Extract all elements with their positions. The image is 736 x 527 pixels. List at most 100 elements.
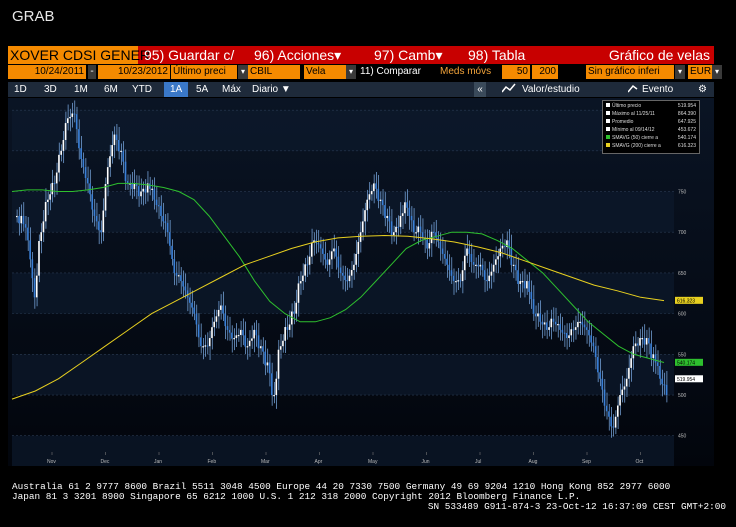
candle-body	[184, 286, 187, 291]
style-dropdown-icon[interactable]: ▾	[346, 65, 356, 79]
candle-body	[661, 378, 663, 385]
candle-body	[501, 245, 504, 249]
candle-body	[259, 346, 262, 349]
value-study-label: Valor/estudio	[522, 84, 580, 95]
candle-body	[131, 183, 133, 190]
period-6m[interactable]: 6M	[104, 82, 118, 97]
actions-menu[interactable]: 96) Acciones▾	[254, 46, 341, 64]
candle-body	[169, 232, 171, 246]
candle-body	[271, 373, 273, 396]
candle-body	[195, 313, 198, 325]
legend-row-high: Máximo al 11/25/11	[606, 111, 655, 117]
candle-body	[208, 338, 211, 347]
candle-body	[188, 297, 191, 303]
field-dropdown-icon[interactable]: ▾	[238, 65, 248, 79]
candle-body	[410, 215, 413, 221]
start-date-field[interactable]: 10/24/2011	[8, 65, 86, 79]
gear-icon[interactable]: ⚙	[698, 82, 707, 97]
candle-body	[419, 226, 422, 233]
candle-body	[91, 194, 94, 210]
candle-body	[262, 346, 264, 352]
window-title: GRAB	[12, 8, 55, 25]
candle-body	[248, 340, 251, 347]
candle-body	[86, 177, 89, 184]
candle-body	[432, 231, 435, 233]
candle-body	[625, 378, 628, 387]
candle-body	[239, 329, 242, 335]
period-1d[interactable]: 1D	[14, 82, 27, 97]
legend-value: 519.954	[677, 103, 696, 109]
candle-body	[162, 215, 164, 222]
date-range-dash: -	[88, 65, 96, 79]
end-date-field[interactable]: 10/23/2012	[98, 65, 170, 79]
currency-dropdown-icon[interactable]: ▾	[712, 65, 722, 79]
change-menu[interactable]: 97) Camb▾	[374, 46, 443, 64]
candle-body	[173, 259, 176, 273]
frequency-select[interactable]: Diario ▼	[252, 82, 291, 97]
candle-body	[58, 154, 60, 173]
ma1-field[interactable]: 50	[502, 65, 530, 79]
legend-swatch	[606, 119, 610, 123]
security-ticker[interactable]: XOVER CDSI GENER	[8, 46, 150, 64]
candle-body	[546, 322, 548, 330]
table-menu[interactable]: 98) Tabla	[468, 46, 525, 64]
period-ytd[interactable]: YTD	[132, 82, 152, 97]
axis-value-tag-label: 519.954	[677, 377, 695, 383]
legend-swatch	[606, 135, 610, 139]
period-1a[interactable]: 1A	[164, 82, 189, 97]
source-field[interactable]: CBIL	[248, 65, 300, 79]
candle-body	[386, 215, 388, 219]
lower-chart-select[interactable]: Sin gráfico inferi	[586, 65, 674, 79]
lower-chart-dropdown-icon[interactable]: ▾	[675, 65, 685, 79]
legend-value: 864.390	[677, 111, 696, 117]
y-tick-label: 600	[678, 312, 687, 318]
y-tick-label: 750	[678, 190, 687, 196]
candle-body	[317, 243, 320, 245]
candle-body	[368, 194, 371, 200]
y-tick-label: 450	[678, 434, 687, 440]
candle-body	[122, 150, 125, 162]
x-tick-label: Nov	[47, 459, 56, 465]
event-button[interactable]: Evento	[627, 82, 673, 97]
candle-body	[475, 264, 477, 266]
candle-body	[375, 183, 377, 189]
candle-body	[244, 335, 247, 347]
legend-row-sma50: SMAVG (50) cierre a	[606, 135, 658, 141]
candle-body	[231, 332, 233, 339]
field-select[interactable]: Último preci	[171, 65, 237, 79]
period-1m[interactable]: 1M	[74, 82, 88, 97]
value-study-button[interactable]: Valor/estudio	[501, 82, 580, 97]
change-menu-label: Camb	[398, 47, 436, 63]
candle-body	[18, 215, 20, 224]
legend-row-low: Mínimo al 09/14/12	[606, 127, 655, 133]
candle-body	[415, 232, 417, 234]
candle-body	[113, 134, 116, 146]
candle-body	[257, 335, 260, 349]
collapse-icon[interactable]: «	[474, 82, 486, 97]
period-3d[interactable]: 3D	[44, 82, 57, 97]
candle-body	[608, 411, 610, 417]
legend-label: SMAVG (200) cierre a	[612, 143, 661, 149]
period-5a[interactable]: 5A	[196, 82, 208, 97]
candle-body	[137, 186, 140, 197]
candle-body	[295, 302, 298, 314]
candle-body	[27, 227, 29, 241]
legend-label: SMAVG (50) cierre a	[612, 135, 659, 141]
compare-button[interactable]: 11) Comparar	[358, 65, 432, 79]
period-max[interactable]: Máx	[222, 82, 241, 97]
save-menu[interactable]: 95) Guardar c/	[144, 46, 234, 64]
candle-body	[366, 199, 369, 211]
candle-body	[264, 351, 266, 366]
style-select[interactable]: Vela	[304, 65, 346, 79]
x-tick-label: Aug	[529, 459, 538, 465]
candle-body	[142, 188, 145, 192]
currency-select[interactable]: EUR	[688, 65, 712, 79]
candle-body	[388, 215, 391, 222]
ma2-field[interactable]: 200	[532, 65, 558, 79]
candle-body	[628, 367, 630, 379]
candle-body	[253, 329, 255, 339]
candle-body	[393, 232, 395, 236]
grid-band	[12, 191, 674, 233]
legend-swatch	[606, 143, 610, 147]
candle-body	[421, 232, 424, 238]
